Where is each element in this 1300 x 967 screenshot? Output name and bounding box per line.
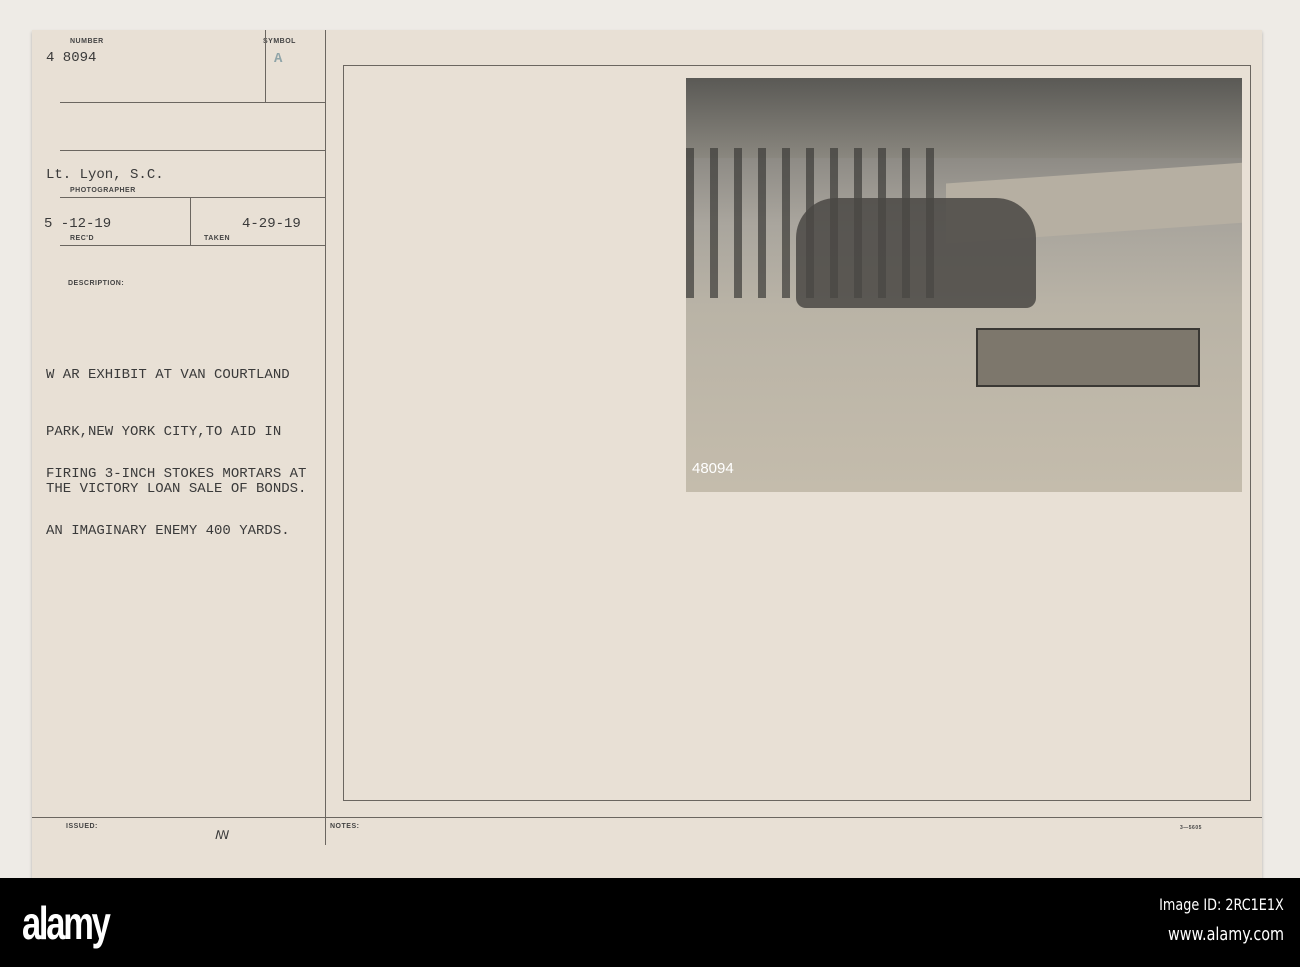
description-line: W AR EXHIBIT AT VAN COURTLAND (46, 367, 290, 383)
photo-background-trees (686, 78, 1242, 158)
photo-number: 48094 (692, 460, 734, 477)
number-value: 4 8094 (46, 50, 97, 66)
symbol-label: SYMBOL (263, 38, 296, 45)
taken-label: TAKEN (204, 235, 231, 242)
watermark-bar: alamy Image ID: 2RC1E1X www.alamy.com (0, 878, 1300, 967)
image-id: Image ID: 2RC1E1X (1159, 895, 1284, 914)
recd-value: 5 -12-19 (44, 216, 112, 232)
divider (60, 245, 325, 246)
divider (60, 102, 325, 103)
record-card: NUMBER 4 8094 SYMBOL A Lt. Lyon, S.C. PH… (32, 30, 1262, 878)
alamy-logo: alamy (22, 897, 111, 949)
divider (190, 197, 191, 245)
photographer-label: PHOTOGRAPHER (70, 187, 136, 194)
description-label: DESCRIPTION: (68, 280, 125, 287)
issued-label: ISSUED: (66, 823, 98, 830)
caption-line: AN IMAGINARY ENEMY 400 YARDS. (46, 523, 290, 539)
site-url: www.alamy.com (1167, 924, 1284, 945)
taken-value: 4-29-19 (242, 216, 301, 232)
form-number: 3—5605 (1180, 825, 1202, 831)
photo-ammo-boxes (976, 328, 1200, 387)
recd-label: REC'D (70, 235, 94, 242)
symbol-value: A (274, 51, 283, 67)
divider (265, 30, 266, 102)
divider (60, 197, 325, 198)
issued-mark: ꟿ (215, 829, 230, 843)
caption-text: FIRING 3-INCH STOKES MORTARS AT AN IMAGI… (46, 427, 306, 579)
number-label: NUMBER (70, 38, 104, 45)
caption-line: FIRING 3-INCH STOKES MORTARS AT (46, 466, 307, 482)
notes-label: NOTES: (330, 823, 360, 830)
divider (60, 150, 325, 151)
column-divider (325, 30, 326, 845)
photo-soldiers-group (796, 198, 1036, 308)
photographer-value: Lt. Lyon, S.C. (46, 167, 164, 183)
divider (32, 817, 1262, 818)
photograph: 48094 (686, 78, 1242, 492)
